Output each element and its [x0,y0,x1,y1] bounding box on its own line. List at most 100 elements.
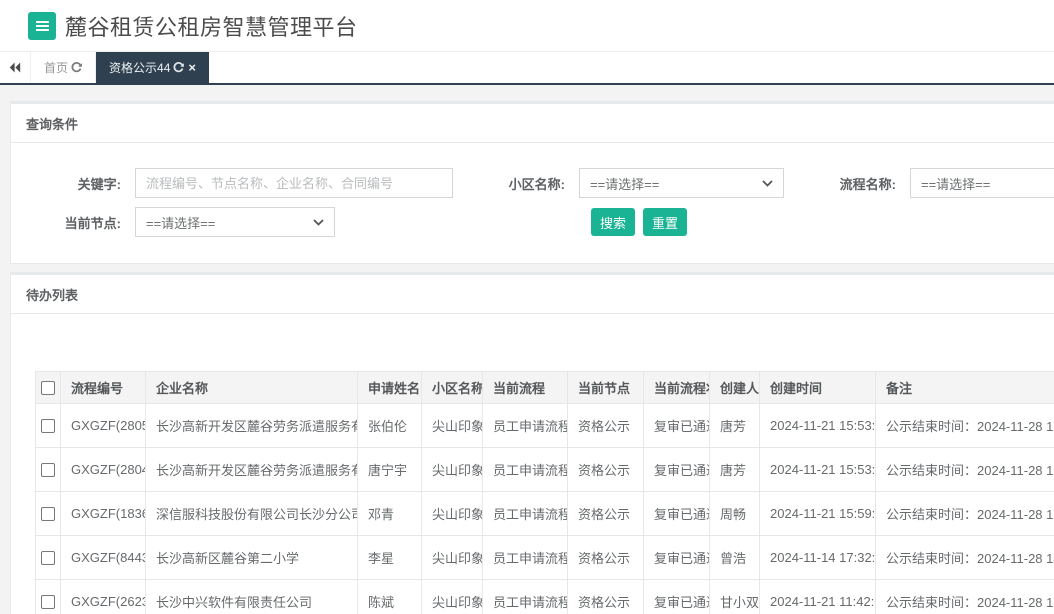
cell-applicant-name: 唐宁宇 [357,447,422,492]
tab-qualification-publicity[interactable]: 资格公示44 × [95,52,209,83]
cell-create-time: 2024-11-21 15:53:09 [759,403,876,448]
cell-company-name: 长沙高新区麓谷第二小学 [145,535,358,580]
row-checkbox[interactable] [41,419,55,434]
cell-creator: 甘小双 [709,579,760,614]
cell-company-name: 长沙高新开发区麓谷劳务派遣服务有限公司 [145,403,358,448]
cell-community-name: 尖山印象 [421,579,483,614]
cell-applicant-name: 李星 [357,535,422,580]
tab-qualification-label: 资格公示44 [109,61,171,75]
chevron-down-icon [762,179,773,187]
chevron-down-icon [313,218,324,226]
query-panel: 查询条件 关键字: 小区名称: ==请选择== 流程名称: ==请选择== [10,101,1054,264]
table-row: GXGZF(8443) 长沙高新区麓谷第二小学 李星 尖山印象 员工申请流程 资… [35,535,1054,580]
col-create-time: 创建时间 [759,371,876,404]
double-left-icon [9,62,21,73]
cell-remark: 公示结束时间：2024-11-28 14:15:20 [875,535,1054,580]
col-company-name: 企业名称 [145,371,358,404]
cell-creator: 曾浩 [709,535,760,580]
cell-current-process: 员工申请流程 [482,447,568,492]
col-creator: 创建人 [709,371,760,404]
cell-create-time: 2024-11-14 17:32:45 [759,535,876,580]
query-panel-title: 查询条件 [11,104,1054,143]
cell-create-time: 2024-11-21 15:59:16 [759,491,876,536]
menu-toggle-button[interactable] [28,11,56,40]
row-checkbox[interactable] [41,595,55,610]
row-checkbox[interactable] [41,551,55,566]
todo-table-wrap: 流程编号 企业名称 申请姓名 小区名称 当前流程 当前节点 当前流程状态 创建人… [11,314,1054,614]
table-header-row: 流程编号 企业名称 申请姓名 小区名称 当前流程 当前节点 当前流程状态 创建人… [35,371,1054,404]
community-label: 小区名称: [508,176,565,192]
cell-applicant-name: 陈斌 [357,579,422,614]
table-row: GXGZF(26230) 长沙中兴软件有限责任公司 陈斌 尖山印象 员工申请流程… [35,579,1054,614]
current-node-select[interactable]: ==请选择== [135,207,335,237]
top-header: 麓谷租赁公租房智慧管理平台 [0,0,1054,52]
cell-process-number: GXGZF(8443) [60,535,146,580]
cell-current-node: 资格公示 [567,403,644,448]
process-name-select[interactable]: ==请选择== [910,168,1054,198]
cell-applicant-name: 张伯伦 [357,403,422,448]
process-name-label: 流程名称: [839,176,896,192]
cell-process-status: 复审已通过 [643,579,710,614]
cell-remark: 公示结束时间：2024-11-28 13:22:09 [875,579,1054,614]
cell-create-time: 2024-11-21 15:53:09 [759,447,876,492]
refresh-icon[interactable] [173,62,185,73]
refresh-icon[interactable] [71,62,82,73]
page: { "app": { "title": "麓谷租赁公租房智慧管理平台" }, "… [0,0,1054,614]
cell-applicant-name: 邓青 [357,491,422,536]
query-form: 关键字: 小区名称: ==请选择== 流程名称: ==请选择== [11,143,1054,263]
table-row: GXGZF(28049) 长沙高新开发区麓谷劳务派遣服务有限公司 唐宁宇 尖山印… [35,447,1054,492]
cell-company-name: 长沙中兴软件有限责任公司 [145,579,358,614]
community-select-value: ==请选择== [590,176,660,192]
tab-home[interactable]: 首页 [30,52,95,83]
keyword-label: 关键字: [77,176,121,192]
tabs-collapse-button[interactable] [0,52,30,83]
cell-remark: 公示结束时间：2024-11-28 16:49:13 [875,403,1054,448]
cell-process-status: 复审已通过 [643,403,710,448]
content-area: 查询条件 关键字: 小区名称: ==请选择== 流程名称: ==请选择== [0,85,1054,614]
cell-community-name: 尖山印象 [421,535,483,580]
keyword-input[interactable] [135,168,453,198]
node-select-value: ==请选择== [146,215,216,231]
cell-process-number: GXGZF(18366) [60,491,146,536]
query-form-row-1: 关键字: 小区名称: ==请选择== 流程名称: ==请选择== [11,168,1054,198]
cell-create-time: 2024-11-21 11:42:02 [759,579,876,614]
table-row: GXGZF(28051) 长沙高新开发区麓谷劳务派遣服务有限公司 张伯伦 尖山印… [35,403,1054,448]
col-community-name: 小区名称 [421,371,483,404]
cell-creator: 唐芳 [709,403,760,448]
tab-home-label: 首页 [44,61,69,75]
cell-process-number: GXGZF(28049) [60,447,146,492]
cell-current-node: 资格公示 [567,579,644,614]
cell-current-node: 资格公示 [567,535,644,580]
row-checkbox[interactable] [41,507,55,522]
search-button[interactable]: 搜索 [591,208,636,236]
col-current-process: 当前流程 [482,371,568,404]
col-applicant-name: 申请姓名 [357,371,422,404]
cell-remark: 公示结束时间：2024-11-28 16:48:51 [875,491,1054,536]
cell-creator: 唐芳 [709,447,760,492]
cell-remark: 公示结束时间：2024-11-28 16:48:57 [875,447,1054,492]
select-all-checkbox[interactable] [41,381,55,396]
app-title: 麓谷租赁公租房智慧管理平台 [65,14,358,40]
current-node-label: 当前节点: [64,215,121,231]
query-buttons: 搜索 重置 [591,208,688,236]
col-remark: 备注 [875,371,1054,404]
hamburger-icon [35,24,49,27]
col-process-number: 流程编号 [60,371,146,404]
community-select[interactable]: ==请选择== [579,168,784,198]
close-icon[interactable]: × [188,61,196,74]
cell-community-name: 尖山印象 [421,403,483,448]
cell-community-name: 尖山印象 [421,491,483,536]
cell-current-process: 员工申请流程 [482,491,568,536]
todo-panel-title: 待办列表 [11,275,1054,314]
cell-current-process: 员工申请流程 [482,579,568,614]
cell-current-process: 员工申请流程 [482,403,568,448]
cell-current-process: 员工申请流程 [482,535,568,580]
col-current-node: 当前节点 [567,371,644,404]
cell-process-number: GXGZF(26230) [60,579,146,614]
cell-current-node: 资格公示 [567,447,644,492]
todo-table: 流程编号 企业名称 申请姓名 小区名称 当前流程 当前节点 当前流程状态 创建人… [35,371,1054,614]
reset-button[interactable]: 重置 [643,208,688,236]
cell-process-status: 复审已通过 [643,491,710,536]
process-select-value: ==请选择== [921,176,991,192]
row-checkbox[interactable] [41,463,55,478]
